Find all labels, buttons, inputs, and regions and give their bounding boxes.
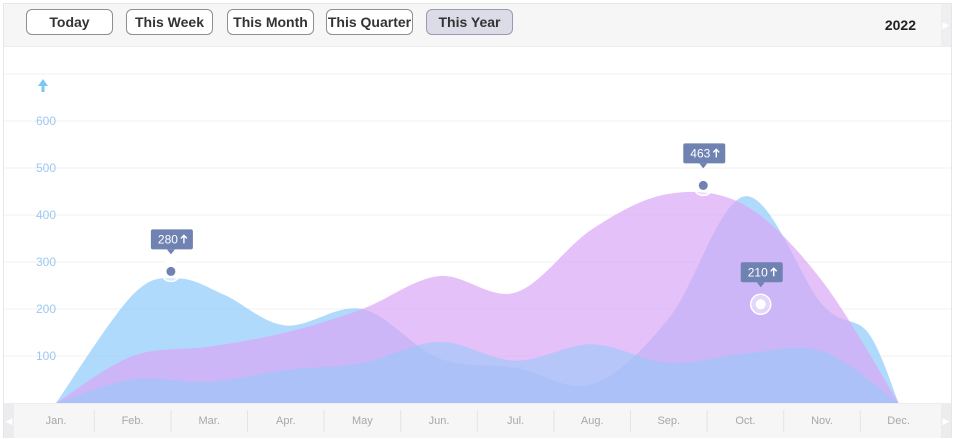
marker-dot (755, 299, 766, 310)
y-tick-label: 600 (36, 114, 56, 128)
callout-value: 463 (690, 146, 710, 160)
x-tick-label: Nov. (811, 415, 833, 427)
x-tick-label: May (352, 415, 373, 427)
callout-pointer (166, 249, 175, 255)
marker-dot (698, 180, 708, 190)
y-tick-label: 300 (36, 255, 56, 269)
x-tick-label: Sep. (657, 415, 680, 427)
x-tick-label: Dec. (887, 415, 910, 427)
series-areas (56, 191, 899, 403)
x-tick-label: Jul. (507, 415, 524, 427)
x-tick-label: Oct. (735, 415, 755, 427)
x-axis-ticks: Jan. Feb. Mar. Apr. May Jun. Jul. Aug. Sep. Oct. N… (46, 410, 910, 432)
x-tick-label: Apr. (276, 415, 296, 427)
x-tick-label: Mar. (198, 415, 219, 427)
y-axis-ticks: 100 200 300 400 500 600 (36, 114, 56, 363)
callout-value: 210 (748, 265, 768, 279)
highlight-marker: 463 (683, 143, 726, 197)
x-tick-label: Jun. (429, 415, 450, 427)
chart-widget: Today This Week This Month This Quarter … (3, 3, 952, 438)
marker-dot (166, 266, 176, 276)
area-chart: 100 200 300 400 500 600 Jan. Feb. Mar. Apr. May Ju… (4, 73, 951, 432)
up-arrow-icon (38, 79, 48, 92)
x-tick-label: Aug. (581, 415, 604, 427)
y-tick-label: 100 (36, 349, 56, 363)
x-tick-label: Jan. (46, 415, 67, 427)
y-tick-label: 200 (36, 302, 56, 316)
callout-value: 280 (158, 232, 178, 246)
highlight-marker: 280 (150, 229, 193, 283)
y-tick-label: 500 (36, 161, 56, 175)
y-tick-label: 400 (36, 208, 56, 222)
x-tick-label: Feb. (122, 415, 144, 427)
